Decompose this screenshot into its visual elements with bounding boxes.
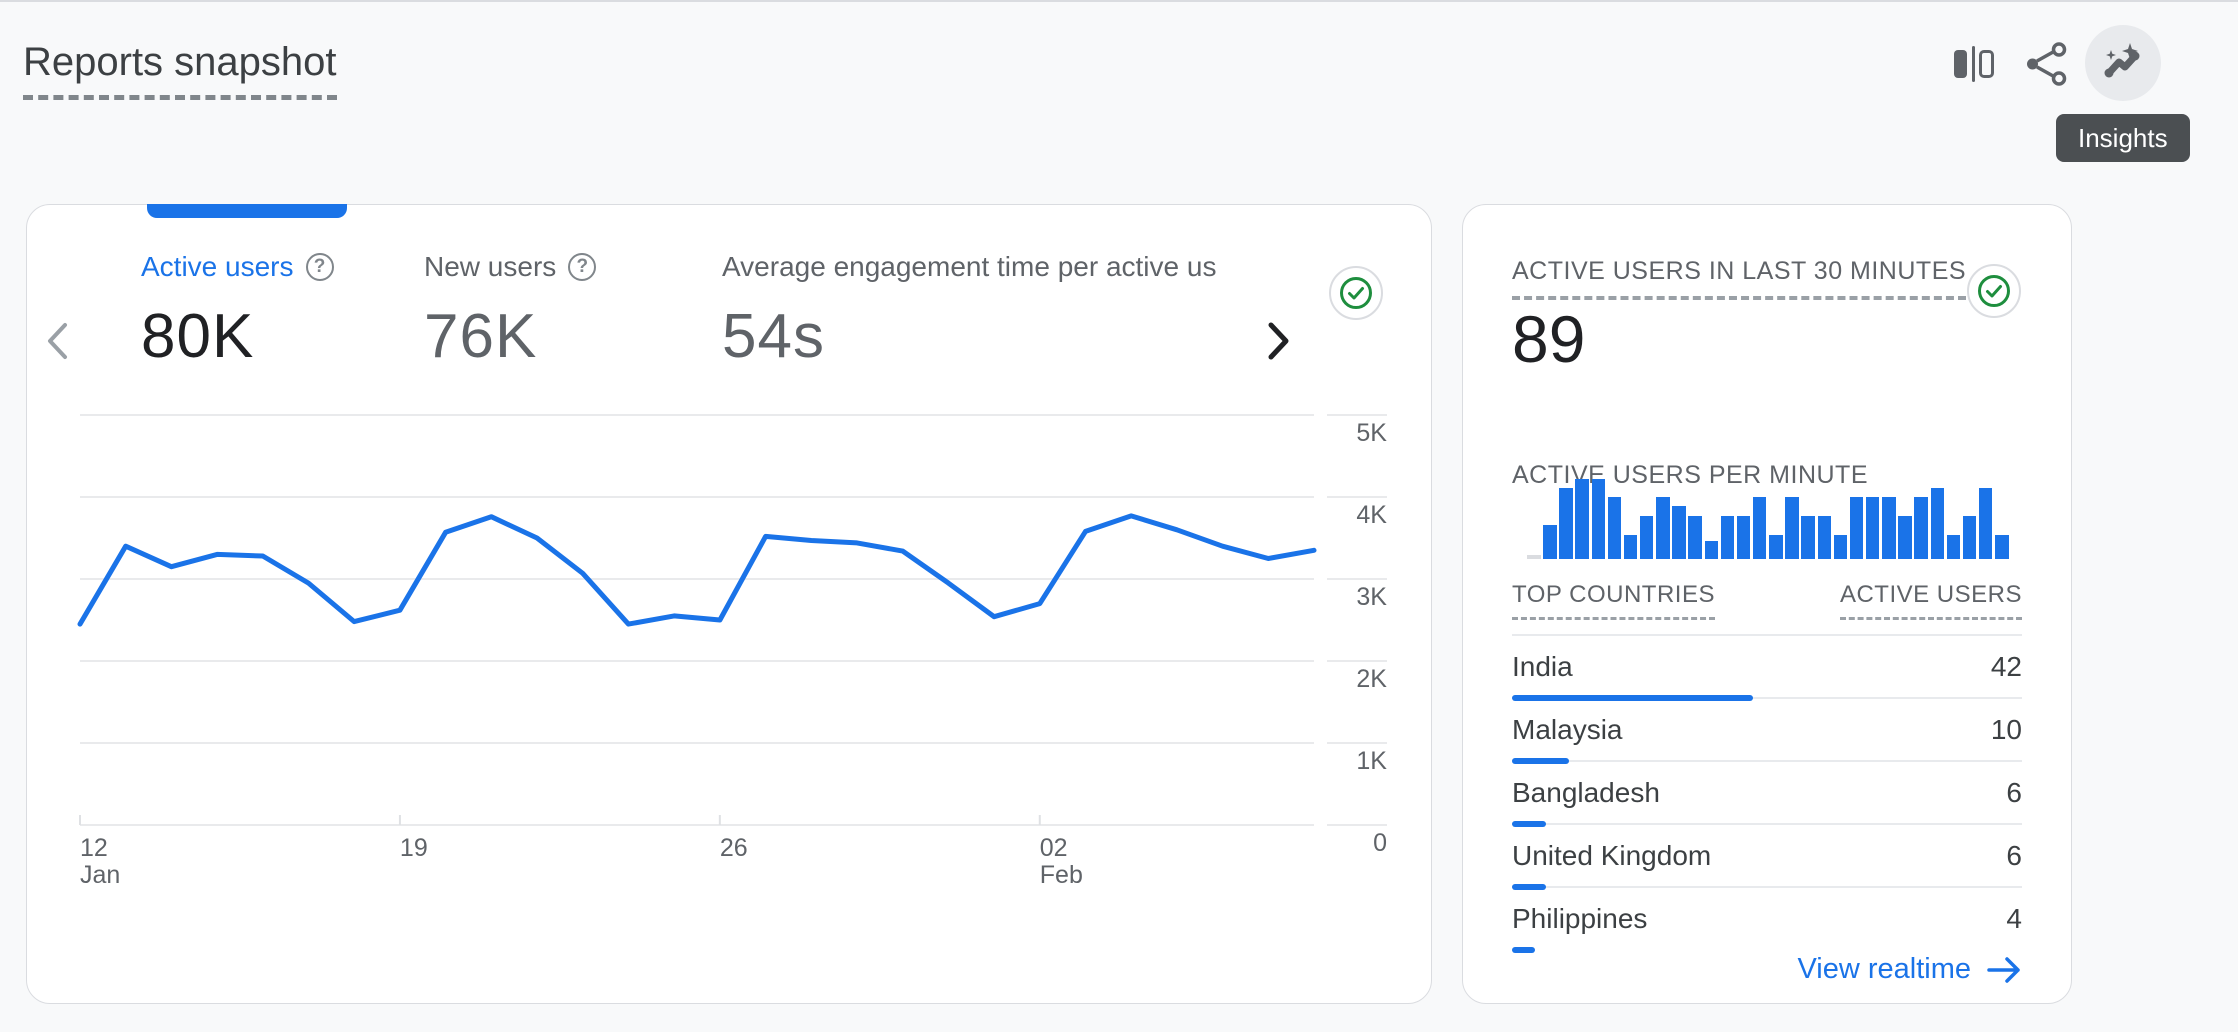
country-row: Philippines 4 [1512, 888, 2022, 951]
svg-text:1K: 1K [1356, 747, 1387, 775]
minute-bar [1640, 516, 1654, 559]
minute-bar [1947, 535, 1961, 559]
country-name: Malaysia [1512, 714, 1622, 746]
reports-snapshot-chart-card: Active users ? 80K New users ? 76K Avera… [26, 204, 1432, 1004]
country-active-users: 4 [2006, 903, 2022, 935]
column-header-top-countries[interactable]: TOP COUNTRIES [1512, 581, 1715, 620]
svg-text:3K: 3K [1356, 583, 1387, 611]
column-header-active-users[interactable]: ACTIVE USERS [1840, 581, 2022, 620]
insights-icon [2097, 37, 2149, 89]
arrow-right-icon [1987, 956, 2021, 984]
country-row: Malaysia 10 [1512, 699, 2022, 762]
svg-text:2K: 2K [1356, 665, 1387, 693]
active-users-30min-value: 89 [1512, 301, 1585, 377]
country-name: Bangladesh [1512, 777, 1660, 809]
minute-bar [1979, 488, 1993, 559]
svg-text:26: 26 [720, 834, 748, 862]
country-name: United Kingdom [1512, 840, 1711, 872]
minute-bar [1995, 535, 2009, 559]
svg-text:12: 12 [80, 834, 108, 862]
svg-text:4K: 4K [1356, 501, 1387, 529]
minute-bar [1705, 541, 1719, 559]
country-active-users: 6 [2006, 777, 2022, 809]
country-name: Philippines [1512, 903, 1647, 935]
realtime-title[interactable]: ACTIVE USERS IN LAST 30 MINUTES [1512, 257, 1966, 300]
page-title[interactable]: Reports snapshot [23, 38, 337, 100]
minute-bar [1769, 535, 1783, 559]
minute-bar [1543, 525, 1557, 559]
minute-bar [1688, 516, 1702, 559]
minute-bar [1656, 497, 1670, 559]
insights-tooltip: Insights [2056, 114, 2190, 162]
minute-bar [1963, 516, 1977, 559]
active-users-line-chart: 5K 4K 3K 2K 1K 0 12Jan 19 26 02Feb [27, 205, 1431, 1003]
svg-text:Feb: Feb [1040, 861, 1083, 889]
minute-bar [1592, 479, 1606, 559]
country-share-bar [1512, 947, 1535, 953]
svg-text:19: 19 [400, 834, 428, 862]
view-realtime-label: View realtime [1797, 953, 1971, 986]
minute-bar [1785, 497, 1799, 559]
minute-bar [1931, 488, 1945, 559]
top-countries-table: TOP COUNTRIES ACTIVE USERS India 42 Malays… [1512, 581, 2022, 951]
country-row: India 42 [1512, 636, 2022, 699]
minute-bar [1801, 516, 1815, 559]
minute-bar [1818, 516, 1832, 559]
minute-bar [1866, 497, 1880, 559]
minute-bar [1834, 535, 1848, 559]
country-rows: India42Malaysia10Bangladesh6United Kingd… [1512, 636, 2022, 951]
svg-text:5K: 5K [1356, 419, 1387, 447]
country-row: United Kingdom 6 [1512, 825, 2022, 888]
minute-bar [1624, 535, 1638, 559]
minute-bar [1559, 488, 1573, 559]
green-check-circle-icon [1977, 274, 2011, 308]
minute-bar [1575, 479, 1589, 559]
minute-bar [1850, 497, 1864, 559]
country-row: Bangladesh 6 [1512, 762, 2022, 825]
svg-text:0: 0 [1373, 829, 1387, 857]
country-active-users: 42 [1991, 651, 2022, 683]
minute-bar [1672, 506, 1686, 559]
minute-bar [1527, 555, 1541, 559]
share-icon[interactable] [2026, 42, 2068, 86]
svg-text:02: 02 [1040, 834, 1068, 862]
minute-bar [1914, 497, 1928, 559]
insights-button[interactable] [2085, 25, 2161, 101]
realtime-card: ACTIVE USERS IN LAST 30 MINUTES 89 ACTIV… [1462, 204, 2072, 1004]
minute-bar [1608, 497, 1622, 559]
ab-compare-icon[interactable] [1953, 46, 1995, 82]
country-active-users: 6 [2006, 840, 2022, 872]
minute-bar [1721, 516, 1735, 559]
data-quality-status-button[interactable] [1967, 264, 2021, 318]
svg-text:Jan: Jan [80, 861, 120, 889]
view-realtime-link[interactable]: View realtime [1789, 945, 2029, 994]
country-active-users: 10 [1991, 714, 2022, 746]
minute-bar [1753, 497, 1767, 559]
minute-bar [1882, 497, 1896, 559]
country-name: India [1512, 651, 1573, 683]
minute-bar [1737, 516, 1751, 559]
active-users-per-minute-bar-chart [1527, 477, 2009, 559]
minute-bar [1898, 516, 1912, 559]
